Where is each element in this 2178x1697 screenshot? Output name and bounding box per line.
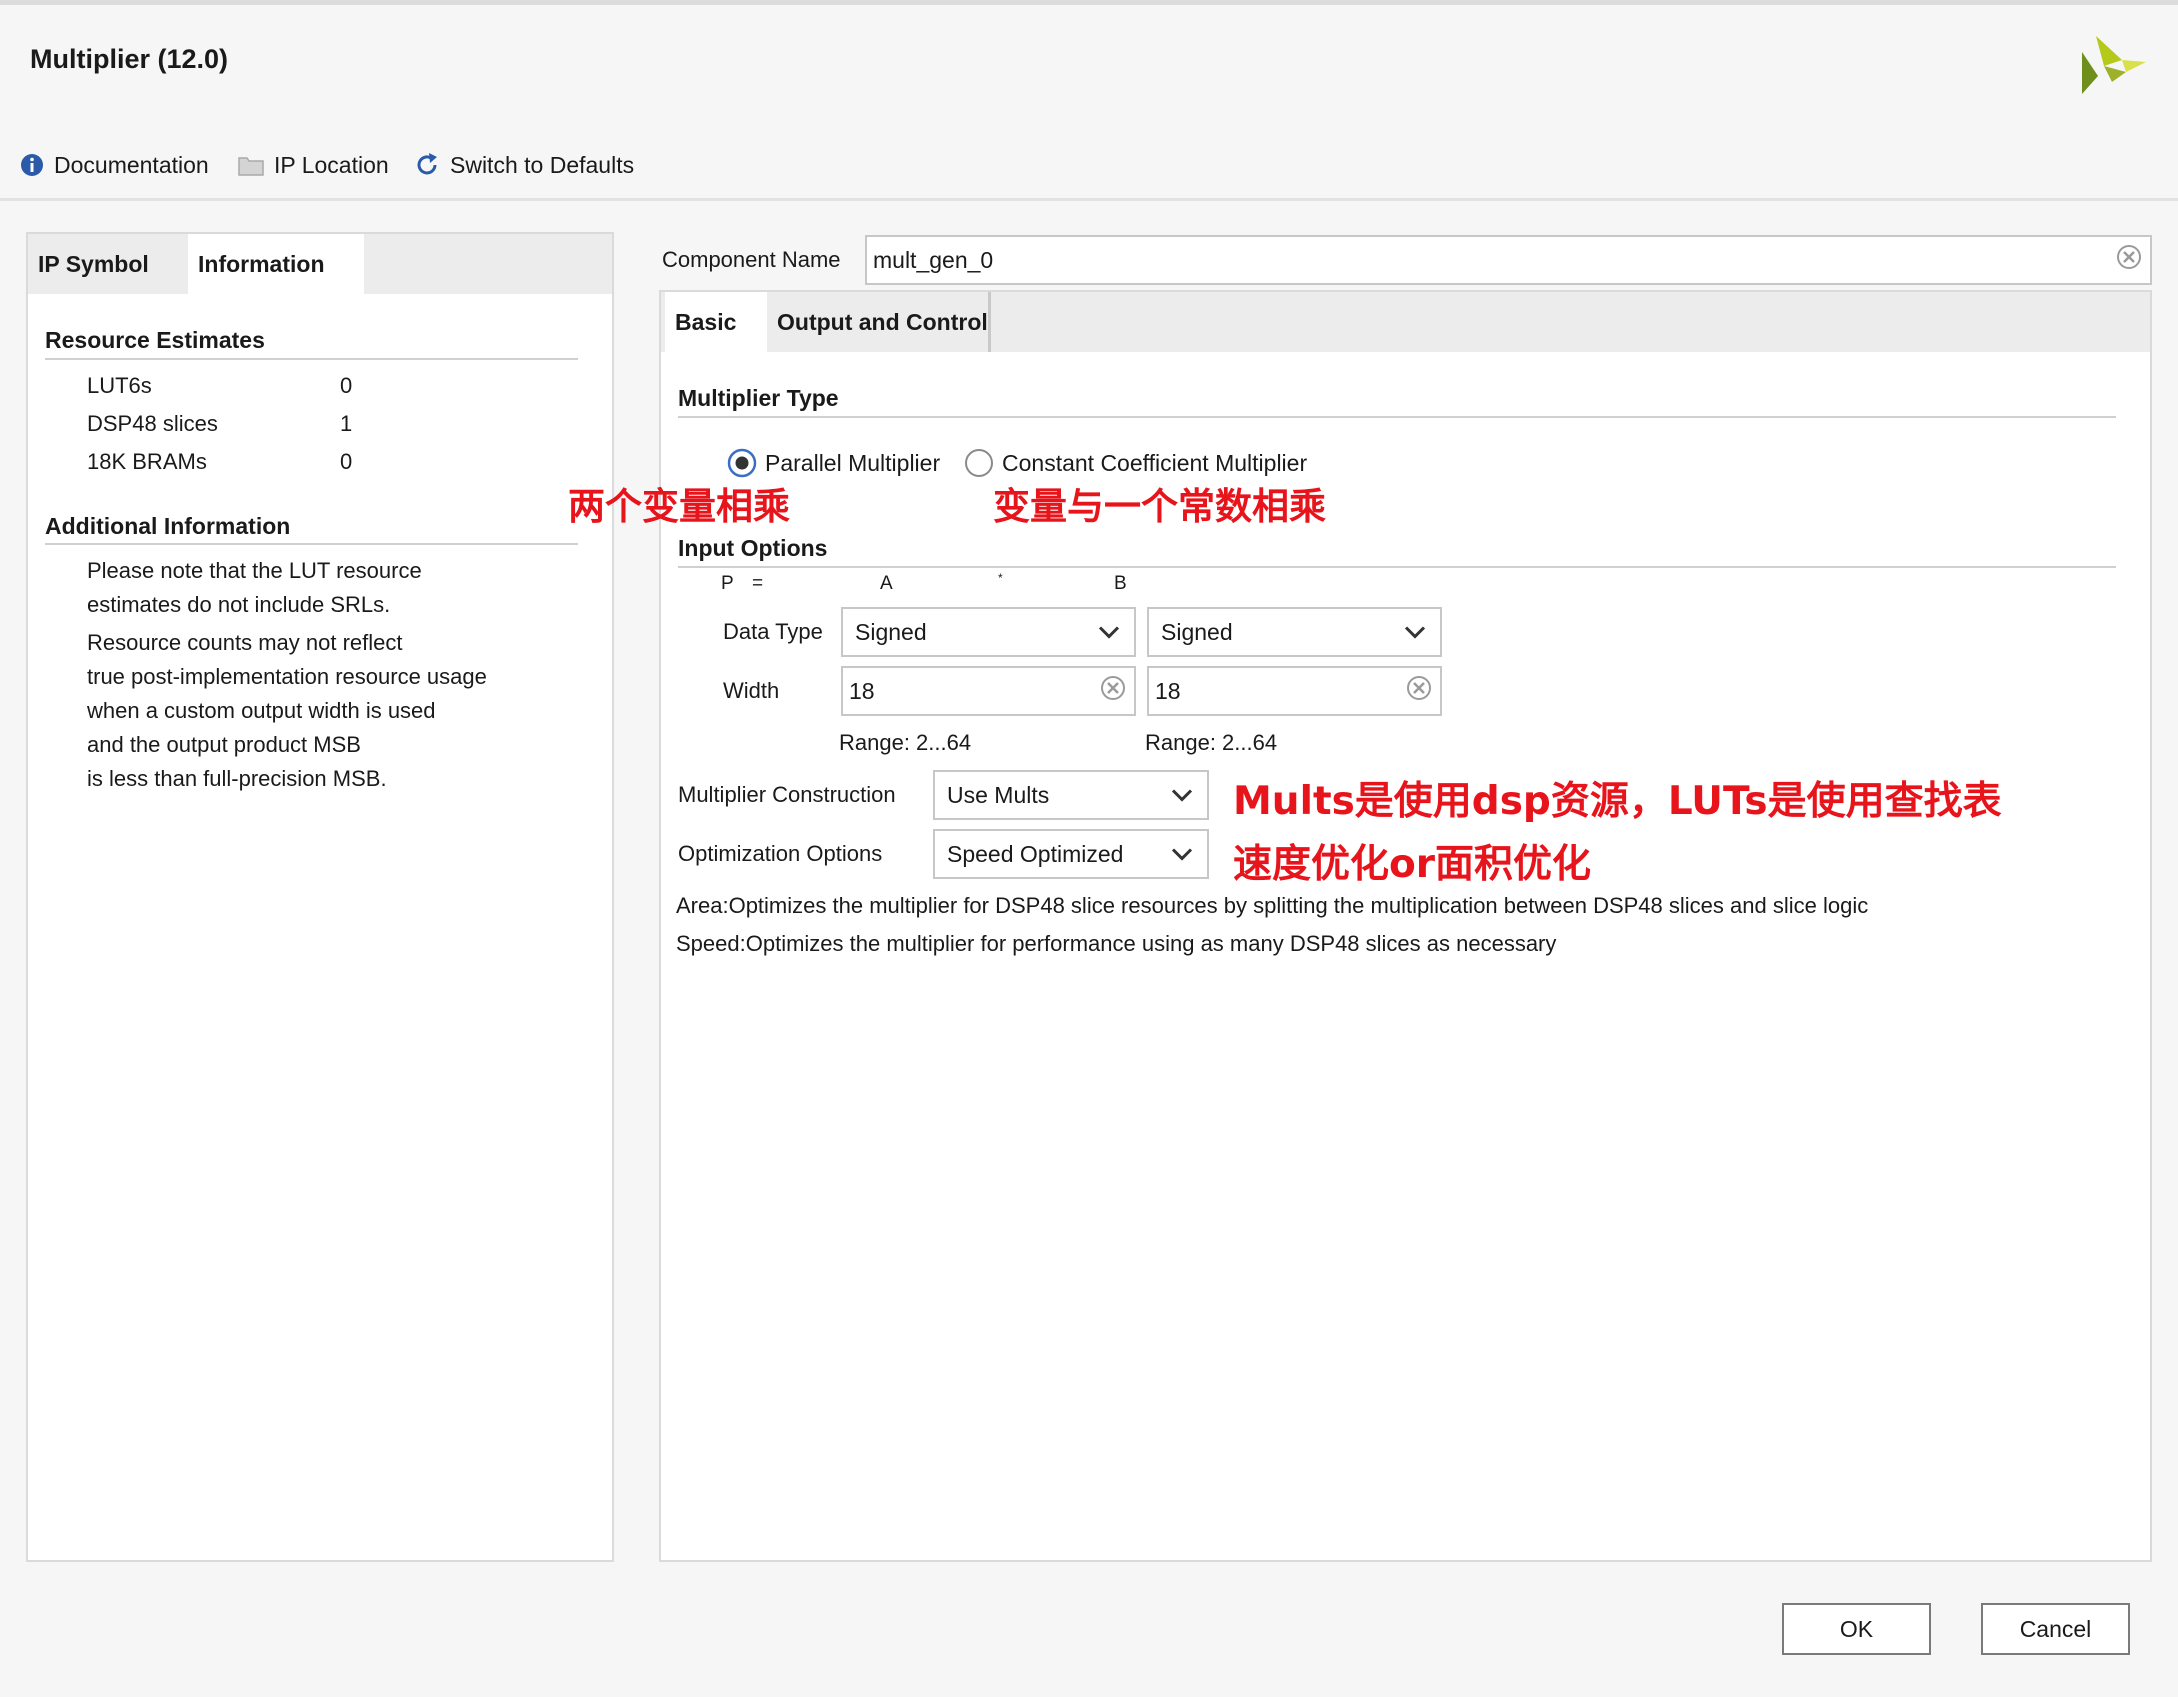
multiplier-construction-select[interactable]: Use Mults [933,770,1209,820]
resource-estimates-title: Resource Estimates [45,327,265,353]
data-type-a-select[interactable]: Signed [841,607,1136,657]
component-name-input[interactable]: mult_gen_0 [865,235,2152,285]
data-type-b-select[interactable]: Signed [1147,607,1442,657]
switch-to-defaults-label: Switch to Defaults [450,151,635,178]
optimization-options-value: Speed Optimized [947,840,1124,867]
multiplier-construction-label: Multiplier Construction [678,782,896,807]
chevron-down-icon [1171,782,1193,809]
input-options-title: Input Options [678,535,828,561]
component-name-value: mult_gen_0 [873,246,994,273]
range-a-text: Range: 2...64 [839,730,972,755]
additional-info-line: Resource counts may not reflect [87,630,403,655]
resource-value-dsp48: 1 [340,411,353,436]
multiplier-type-title: Multiplier Type [678,385,839,411]
clear-icon[interactable] [2116,244,2142,276]
tab-information[interactable]: Information [188,234,364,294]
tab-output-and-control[interactable]: Output and Control [767,292,991,352]
optimization-options-label: Optimization Options [678,841,883,866]
additional-info-divider [45,543,578,545]
toolbar-divider [0,198,2178,201]
equation-p: P [721,573,734,594]
data-type-b-value: Signed [1161,618,1233,645]
additional-info-line: estimates do not include SRLs. [87,592,391,617]
ip-location-label: IP Location [274,151,389,178]
equation-times: * [998,571,1003,585]
clear-icon[interactable] [1406,675,1432,707]
equation-equals: = [752,573,764,594]
cancel-button[interactable]: Cancel [1981,1603,2130,1655]
refresh-icon [414,152,440,178]
width-label: Width [723,678,780,703]
range-b-text: Range: 2...64 [1145,730,1278,755]
multiplier-type-divider [678,416,2116,418]
left-tab-bar: IP Symbol Information [28,234,612,294]
documentation-button[interactable]: Documentation [20,148,209,182]
chevron-down-icon [1171,841,1193,868]
annotation-two-variables: 两个变量相乘 [568,485,790,528]
radio-parallel-multiplier[interactable]: Parallel Multiplier [727,448,940,478]
radio-selected-icon [727,448,757,478]
area-description: Area:Optimizes the multiplier for DSP48 … [676,893,1869,918]
resource-label-lut6s: LUT6s [87,373,152,398]
resource-label-dsp48: DSP48 slices [87,411,218,436]
annotation-mults-luts: Mults是使用dsp资源，LUTs是使用查找表 [1233,779,2002,824]
resource-label-brams: 18K BRAMs [87,449,207,474]
additional-info-line: and the output product MSB [87,732,361,757]
multiplier-construction-value: Use Mults [947,781,1050,808]
equation-b: B [1114,573,1127,594]
folder-icon [238,154,264,176]
right-tab-bar: Basic Output and Control [661,292,2150,352]
window-top-border [0,0,2178,5]
radio-parallel-label: Parallel Multiplier [765,449,941,476]
xilinx-logo-icon [2082,36,2146,94]
additional-info-line: Please note that the LUT resource [87,558,422,583]
window-title: Multiplier (12.0) [30,44,229,74]
optimization-options-select[interactable]: Speed Optimized [933,829,1209,879]
tab-output-and-control-label: Output and Control [777,308,988,335]
ok-button[interactable]: OK [1782,1603,1931,1655]
radio-constant-label: Constant Coefficient Multiplier [1002,449,1308,476]
data-type-a-value: Signed [855,618,927,645]
ok-button-label: OK [1839,1615,1874,1642]
resource-value-lut6s: 0 [340,373,353,398]
additional-info-title: Additional Information [45,513,291,539]
additional-info-line: true post-implementation resource usage [87,664,487,689]
chevron-down-icon [1098,619,1120,646]
radio-constant-coefficient-multiplier[interactable]: Constant Coefficient Multiplier [964,448,1307,478]
radio-unselected-icon [964,448,994,478]
resource-value-brams: 0 [340,449,353,474]
width-b-value: 18 [1155,677,1181,704]
equation-a: A [880,573,893,594]
tab-basic-label: Basic [675,308,737,335]
ip-location-button[interactable]: IP Location [238,148,389,182]
documentation-label: Documentation [54,151,209,178]
config-panel [659,290,2152,1562]
clear-icon[interactable] [1100,675,1126,707]
chevron-down-icon [1404,619,1426,646]
component-name-label: Component Name [662,247,841,272]
tab-basic[interactable]: Basic [665,292,767,352]
annotation-variable-constant: 变量与一个常数相乘 [993,485,1326,528]
additional-info-line: is less than full-precision MSB. [87,766,387,791]
tab-ip-symbol[interactable]: IP Symbol [28,234,188,294]
width-a-input[interactable]: 18 [841,666,1136,716]
width-b-input[interactable]: 18 [1147,666,1442,716]
width-a-value: 18 [849,677,875,704]
cancel-button-label: Cancel [2019,1615,2092,1642]
tab-ip-symbol-label: IP Symbol [38,250,149,277]
resource-estimates-divider [45,358,578,360]
info-icon [20,153,44,177]
speed-description: Speed:Optimizes the multiplier for perfo… [676,931,1557,956]
tab-information-label: Information [198,250,325,277]
data-type-label: Data Type [723,619,823,644]
input-options-divider [678,566,2116,568]
switch-to-defaults-button[interactable]: Switch to Defaults [414,148,634,182]
additional-info-line: when a custom output width is used [87,698,436,723]
annotation-speed-area: 速度优化or面积优化 [1233,842,1592,887]
